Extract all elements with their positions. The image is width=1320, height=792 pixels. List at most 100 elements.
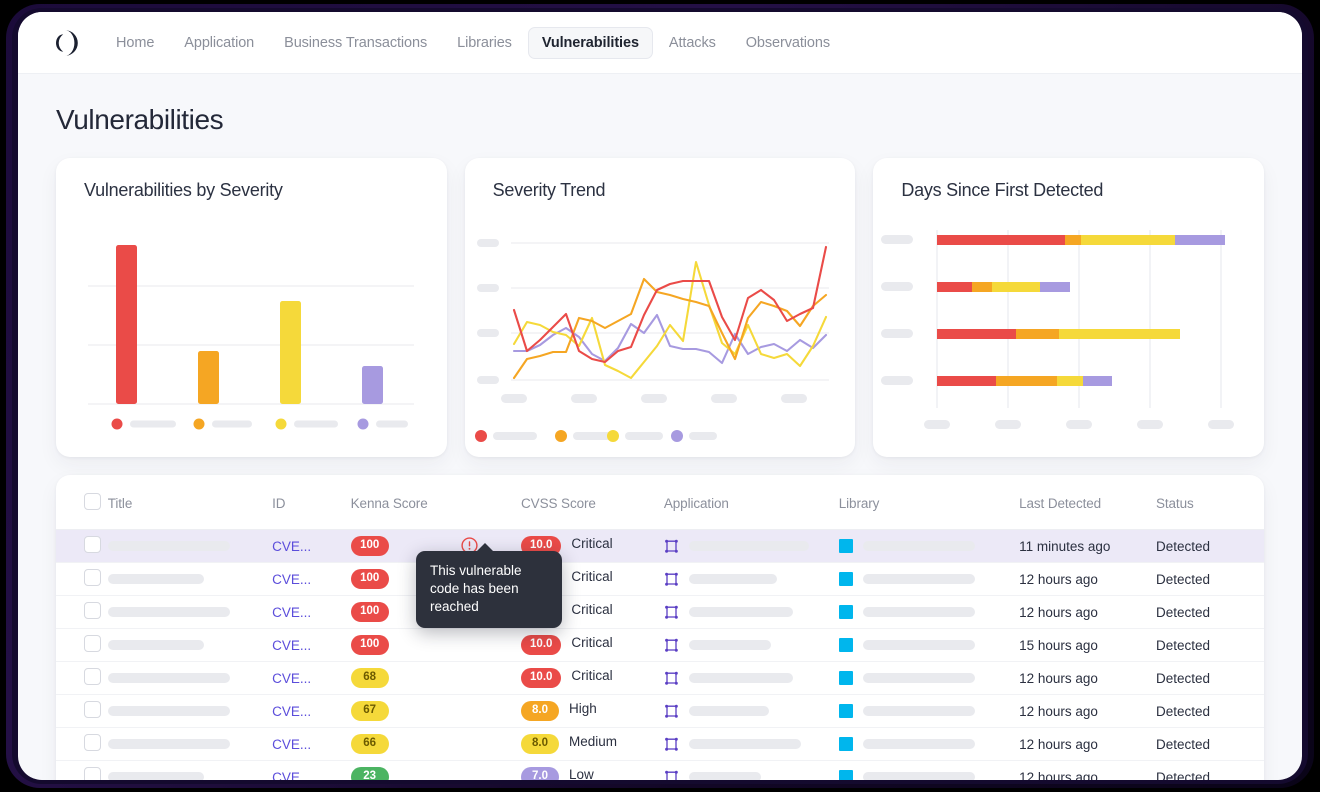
row-checkbox[interactable]	[84, 701, 101, 718]
row-checkbox[interactable]	[84, 734, 101, 751]
nav-item-observations[interactable]: Observations	[732, 27, 844, 59]
row-checkbox[interactable]	[84, 569, 101, 586]
table-row[interactable]: CVE... 68 10.0 Critical 12 hours ago Detected	[56, 661, 1264, 695]
row-select-cell	[56, 628, 108, 662]
library-color-swatch	[838, 638, 853, 652]
cve-link[interactable]: CVE...	[272, 638, 311, 653]
row-application-cell	[663, 727, 839, 761]
header-cvss-score[interactable]: CVSS Score	[521, 475, 664, 530]
cve-link[interactable]: CVE...	[272, 671, 311, 686]
row-last-detected-cell: 12 hours ago	[1019, 727, 1156, 761]
row-library-cell	[838, 694, 1020, 728]
application-icon	[664, 770, 678, 780]
row-checkbox[interactable]	[84, 602, 101, 619]
cve-link[interactable]: CVE...	[272, 539, 311, 554]
cve-link[interactable]: CVE...	[272, 770, 311, 781]
row-kenna-cell: 100	[350, 628, 522, 662]
row-select-cell	[56, 529, 108, 563]
severity-label: Critical	[571, 569, 613, 585]
row-cvss-cell: 10.0 Critical	[521, 661, 664, 695]
row-checkbox[interactable]	[84, 536, 101, 553]
row-application-cell	[663, 694, 839, 728]
row-checkbox[interactable]	[84, 635, 101, 652]
application-icon	[664, 737, 678, 751]
severity-label: Critical	[571, 668, 613, 684]
header-kenna-score[interactable]: Kenna Score	[350, 475, 522, 530]
table-body: CVE... 100 10.0 Critical 11 minutes ago Detec…	[56, 529, 1264, 781]
cvss-score-badge: 7.0	[521, 767, 560, 780]
row-select-cell	[56, 661, 108, 695]
title-placeholder	[107, 639, 204, 650]
row-library-cell	[838, 760, 1020, 780]
row-last-detected-cell: 12 hours ago	[1019, 694, 1156, 728]
row-application-cell	[663, 760, 839, 780]
cvss-score-badge: 10.0	[521, 635, 562, 655]
library-color-swatch	[838, 572, 853, 586]
row-title-cell	[107, 727, 273, 761]
chart-severity-trend	[465, 218, 856, 457]
header-last-detected[interactable]: Last Detected	[1019, 475, 1156, 530]
title-placeholder	[107, 540, 230, 551]
library-color-swatch	[838, 770, 853, 780]
library-color-swatch	[838, 737, 853, 751]
table-row[interactable]: CVE... 100 10.0 Critical 11 minutes ago Detec…	[56, 529, 1264, 563]
nav-item-application[interactable]: Application	[170, 27, 268, 59]
application-placeholder	[688, 739, 801, 749]
row-title-cell	[107, 661, 273, 695]
row-kenna-cell: 67	[350, 694, 522, 728]
application-window: Home Application Business Transactions L…	[18, 12, 1302, 780]
row-last-detected-cell: 12 hours ago	[1019, 661, 1156, 695]
nav-item-vulnerabilities[interactable]: Vulnerabilities	[527, 26, 653, 59]
row-select-cell	[56, 760, 108, 780]
header-status[interactable]: Status	[1155, 475, 1264, 530]
header-application[interactable]: Application	[663, 475, 839, 530]
row-cvss-cell: 10.0 Critical	[521, 628, 664, 662]
application-placeholder	[688, 772, 761, 780]
contrast-logo-icon[interactable]	[50, 28, 80, 58]
application-placeholder	[688, 673, 793, 683]
top-navigation-bar: Home Application Business Transactions L…	[18, 12, 1302, 74]
table-row[interactable]: CVE... 23 7.0 Low 12 hours ago Detected	[56, 760, 1264, 781]
row-checkbox[interactable]	[84, 668, 101, 685]
header-id[interactable]: ID	[272, 475, 351, 530]
header-library[interactable]: Library	[838, 475, 1020, 530]
row-library-cell	[838, 727, 1020, 761]
row-last-detected-cell: 15 hours ago	[1019, 628, 1156, 662]
severity-label: Low	[569, 767, 594, 780]
row-library-cell	[838, 529, 1020, 563]
row-title-cell	[107, 694, 273, 728]
nav-item-libraries[interactable]: Libraries	[443, 27, 526, 59]
application-placeholder	[688, 607, 793, 617]
cve-link[interactable]: CVE...	[272, 704, 311, 719]
header-title[interactable]: Title	[107, 475, 273, 530]
row-checkbox[interactable]	[84, 767, 101, 780]
row-status-cell: Detected	[1155, 694, 1264, 728]
table-row[interactable]: CVE...10010.0Critical12 hours agoDetecte…	[56, 562, 1264, 596]
cvss-score-badge: 10.0	[521, 668, 562, 688]
kenna-score-badge: 100	[350, 602, 389, 622]
nav-item-list: Home Application Business Transactions L…	[102, 26, 844, 59]
cve-link[interactable]: CVE...	[272, 572, 311, 587]
table-row[interactable]: CVE... 67 8.0 High 12 hours ago Detected	[56, 694, 1264, 728]
row-title-cell	[107, 529, 273, 563]
vulnerabilities-table-container: Title ID Kenna Score CVSS Score Applicat…	[56, 475, 1264, 780]
library-color-swatch	[838, 671, 853, 685]
row-cvss-cell: 7.0 Low	[521, 760, 664, 780]
nav-item-attacks[interactable]: Attacks	[655, 27, 730, 59]
severity-label: Critical	[571, 536, 613, 552]
row-status-cell: Detected	[1155, 529, 1264, 563]
table-row[interactable]: CVE... 100 10.0 Critical 15 hours ago Detecte…	[56, 628, 1264, 662]
table-row[interactable]: CVE... 66 8.0 Medium 12 hours ago Detected	[56, 727, 1264, 761]
row-status-cell: Detected	[1155, 628, 1264, 662]
kenna-score-badge: 100	[350, 536, 389, 556]
title-placeholder	[107, 738, 230, 749]
row-last-detected-cell: 12 hours ago	[1019, 595, 1156, 629]
cve-link[interactable]: CVE...	[272, 605, 311, 620]
cve-link[interactable]: CVE...	[272, 737, 311, 752]
nav-item-home[interactable]: Home	[102, 27, 168, 59]
row-application-cell	[663, 628, 839, 662]
select-all-checkbox[interactable]	[84, 493, 101, 510]
row-id-cell: CVE...	[272, 595, 351, 629]
table-row[interactable]: CVE...10010.0Critical12 hours agoDetecte…	[56, 595, 1264, 629]
nav-item-business-transactions[interactable]: Business Transactions	[270, 27, 441, 59]
